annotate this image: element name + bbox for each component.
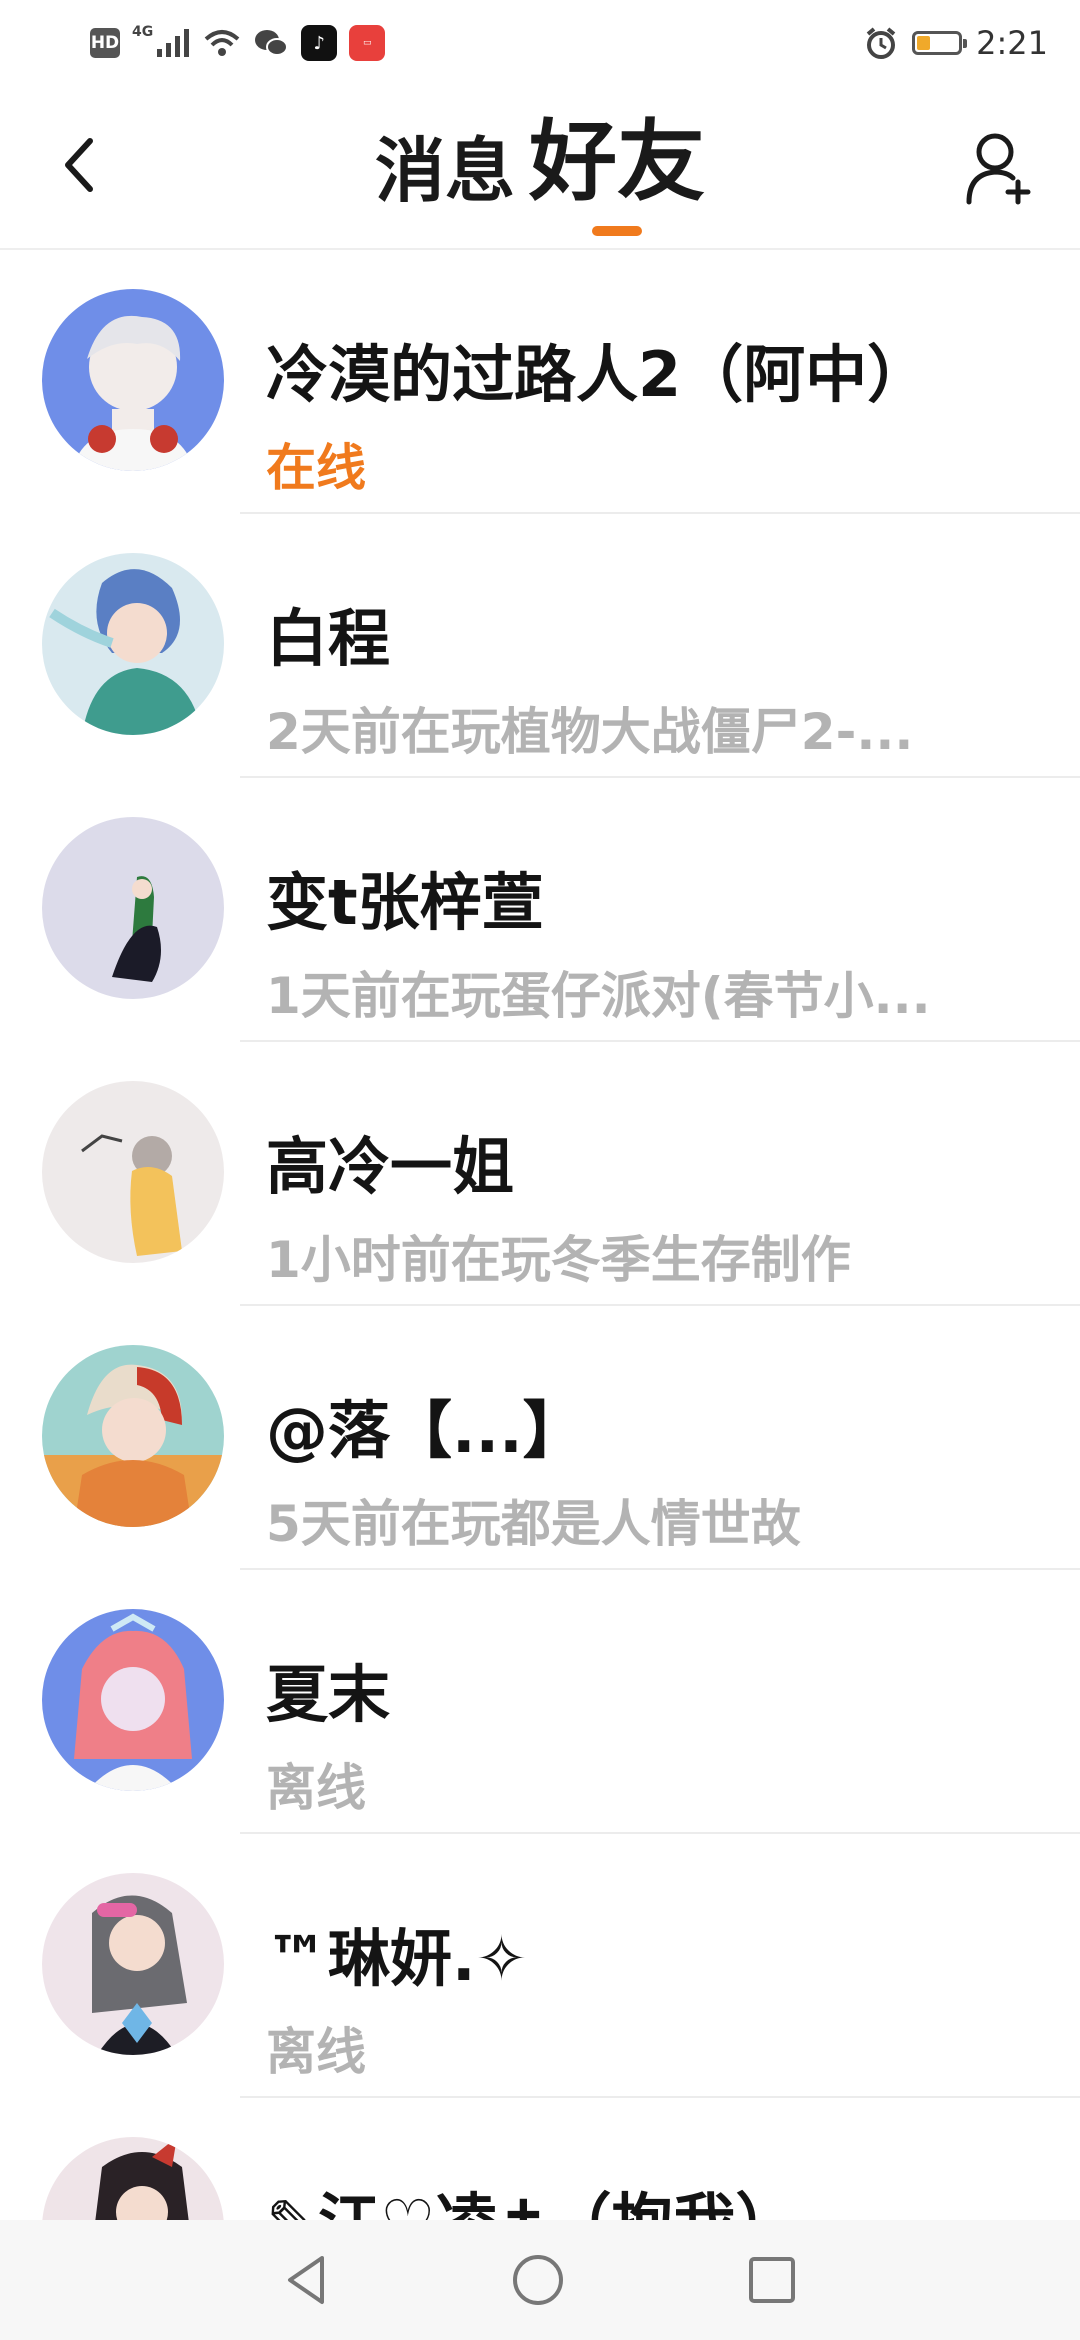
top-nav-header: 消息 好友: [0, 100, 1080, 250]
avatar[interactable]: [42, 2137, 224, 2220]
battery-icon: [912, 31, 968, 55]
friend-row[interactable]: ✎江♡凌✝（抱我）: [0, 2098, 1080, 2220]
friend-name: 冷漠的过路人2（阿中）: [266, 338, 930, 411]
friend-status: 1天前在玩蛋仔派对(春节小...: [266, 967, 931, 1025]
friend-status: 5天前在玩都是人情世故: [266, 1495, 801, 1553]
add-friend-button[interactable]: [958, 128, 1038, 208]
avatar[interactable]: [42, 1873, 224, 2055]
system-nav-bar: [0, 2220, 1080, 2340]
avatar[interactable]: [42, 553, 224, 735]
friend-status: 1小时前在玩冬季生存制作: [266, 1231, 851, 1289]
alarm-icon: [866, 27, 896, 59]
avatar[interactable]: [42, 1081, 224, 1263]
tiktok-icon: ♪: [301, 25, 338, 61]
avatar[interactable]: [42, 1609, 224, 1791]
avatar[interactable]: [42, 1345, 224, 1527]
hd-badge: HD: [90, 28, 120, 58]
avatar[interactable]: [42, 817, 224, 999]
square-recents-icon[interactable]: [746, 2254, 798, 2306]
friend-name: 变t张梓萱: [266, 866, 544, 939]
tab-messages[interactable]: 消息: [375, 136, 515, 236]
friend-row[interactable]: 冷漠的过路人2（阿中） 在线: [0, 250, 1080, 514]
friend-name: ✎江♡凌✝（抱我）: [266, 2172, 797, 2220]
friend-row[interactable]: 白程 2天前在玩植物大战僵尸2-...: [0, 514, 1080, 778]
friend-list: 冷漠的过路人2（阿中） 在线 白程 2天前在玩植物大战僵尸2-... 变t张梓萱…: [0, 250, 1080, 2220]
tab-friends[interactable]: 好友: [529, 118, 705, 236]
friend-row[interactable]: ™琳妍.✧ 离线: [0, 1834, 1080, 2098]
active-tab-indicator: [591, 226, 642, 236]
friend-name: 白程: [266, 602, 391, 675]
friend-row[interactable]: 夏末 离线: [0, 1570, 1080, 1834]
friend-row[interactable]: 高冷一姐 1小时前在玩冬季生存制作: [0, 1042, 1080, 1306]
friend-status: 在线: [266, 439, 366, 497]
friend-name: ™琳妍.✧: [266, 1922, 528, 1995]
add-user-icon: [966, 133, 1031, 205]
friend-status: 离线: [266, 1759, 366, 1817]
network-label: 4G: [132, 24, 154, 40]
triangle-back-icon[interactable]: [282, 2252, 330, 2308]
avatar[interactable]: [42, 289, 224, 471]
status-time: 2:21: [976, 24, 1048, 62]
wifi-icon: [204, 30, 240, 56]
friend-name: @落【...】: [266, 1394, 585, 1467]
friend-name: 夏末: [266, 1658, 391, 1731]
status-bar: HD 4G ♪ ▭ 2:21: [0, 0, 1080, 86]
tab-messages-label: 消息: [374, 130, 515, 212]
signal-icon: [157, 29, 190, 57]
friend-row[interactable]: @落【...】 5天前在玩都是人情世故: [0, 1306, 1080, 1570]
friend-status: 离线: [266, 2023, 366, 2081]
friend-status: 2天前在玩植物大战僵尸2-...: [266, 703, 914, 761]
huawei-appgallery-icon: ▭: [349, 25, 386, 61]
tab-friends-label: 好友: [528, 110, 705, 213]
circle-home-icon[interactable]: [510, 2252, 566, 2308]
friend-name: 高冷一姐: [266, 1130, 515, 1203]
friend-row[interactable]: 变t张梓萱 1天前在玩蛋仔派对(春节小...: [0, 778, 1080, 1042]
wechat-icon: [255, 30, 289, 56]
tab-bar: 消息 好友: [0, 118, 1080, 236]
